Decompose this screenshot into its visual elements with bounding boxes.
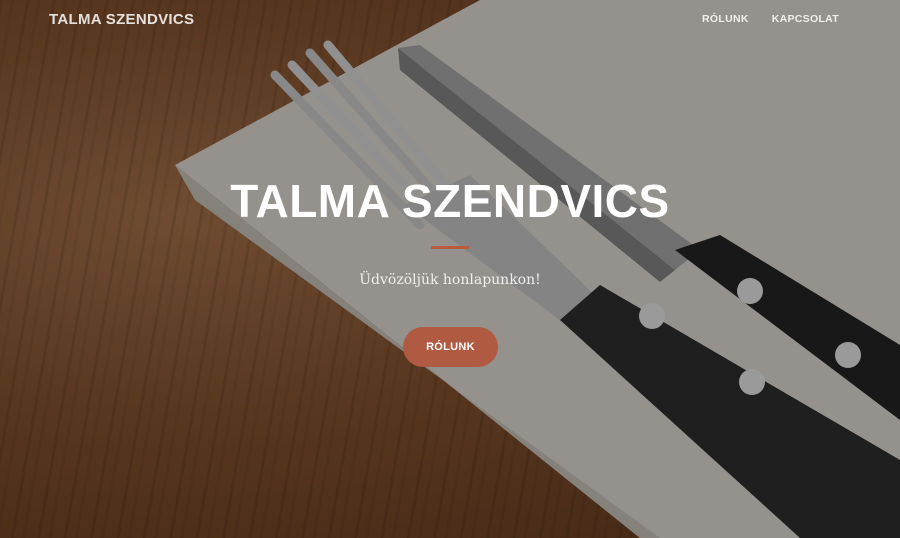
title-divider [431,246,469,249]
brand-logo-link[interactable]: TALMA SZENDVICS [49,11,194,28]
nav-link-rolunk[interactable]: RÓLUNK [702,13,749,25]
navbar: TALMA SZENDVICS RÓLUNK KAPCSOLAT [0,0,900,38]
hero-subtitle: Üdvözöljük honlapunkon! [359,272,541,288]
nav-links: RÓLUNK KAPCSOLAT [702,13,839,25]
rolunk-cta-button[interactable]: RÓLUNK [403,327,498,367]
nav-link-kapcsolat[interactable]: KAPCSOLAT [772,13,839,25]
hero-overlay [0,0,900,538]
hero-background [0,0,900,538]
page-title: TALMA SZENDVICS [230,175,670,227]
